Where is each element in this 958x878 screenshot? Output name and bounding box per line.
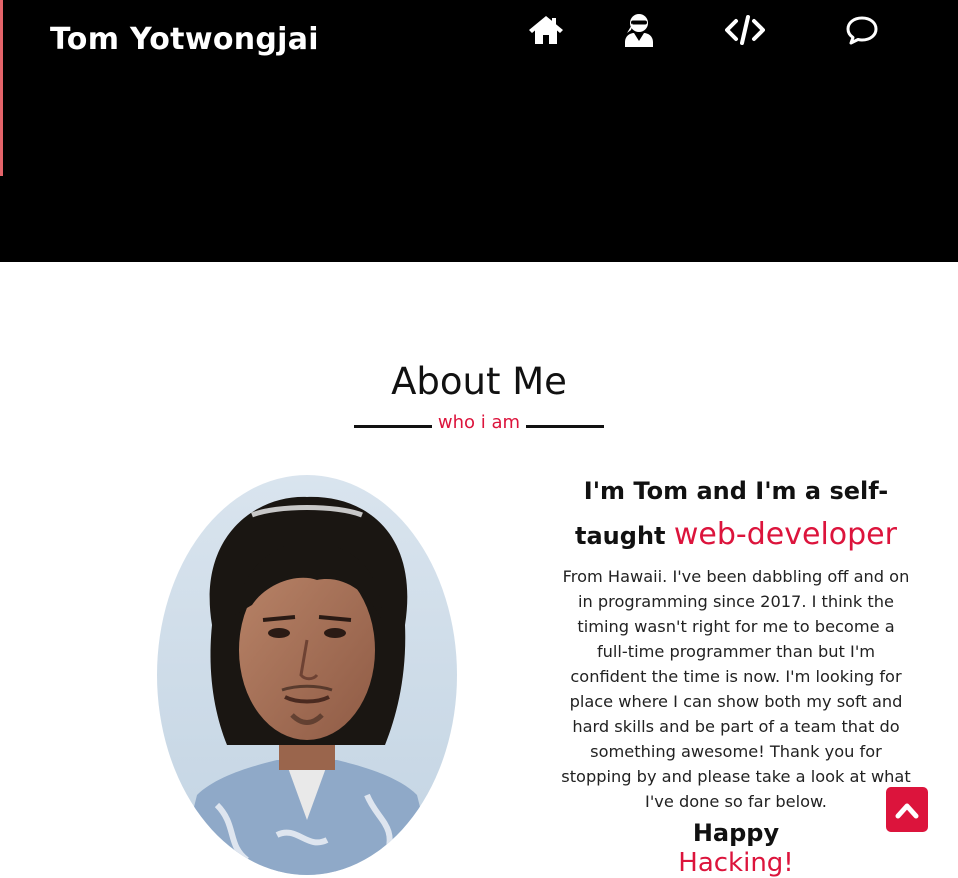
portrait-illustration <box>157 475 457 875</box>
intro-block: I'm Tom and I'm a self-taught web-develo… <box>560 470 912 878</box>
nav-home-icon[interactable] <box>526 12 566 48</box>
intro-heading: I'm Tom and I'm a self-taught web-develo… <box>560 470 912 558</box>
intro-accent: web-developer <box>673 517 897 552</box>
subtitle-rule-right <box>526 425 604 428</box>
chevron-up-icon <box>895 803 919 818</box>
section-subtitle: who i am <box>354 410 604 438</box>
closing-text: Happy <box>692 819 780 847</box>
scroll-to-top-button[interactable] <box>886 787 928 832</box>
section-title: About Me <box>391 360 567 403</box>
closing-accent: Hacking! <box>678 848 794 878</box>
header-accent-stripe <box>0 0 3 176</box>
subtitle-text: who i am <box>437 412 521 433</box>
nav-contact-icon[interactable] <box>842 12 882 48</box>
intro-body: From Hawaii. I've been dabbling off and … <box>561 567 911 811</box>
chat-bubble-icon <box>846 16 878 45</box>
code-icon <box>725 15 765 45</box>
site-brand[interactable]: Tom Yotwongjai <box>50 22 319 57</box>
user-ninja-icon <box>625 14 653 47</box>
profile-photo <box>157 475 457 875</box>
site-header: Tom Yotwongjai <box>0 0 958 262</box>
nav-about-icon[interactable] <box>619 12 659 48</box>
nav-code-icon[interactable] <box>725 12 765 48</box>
home-icon <box>529 16 563 44</box>
